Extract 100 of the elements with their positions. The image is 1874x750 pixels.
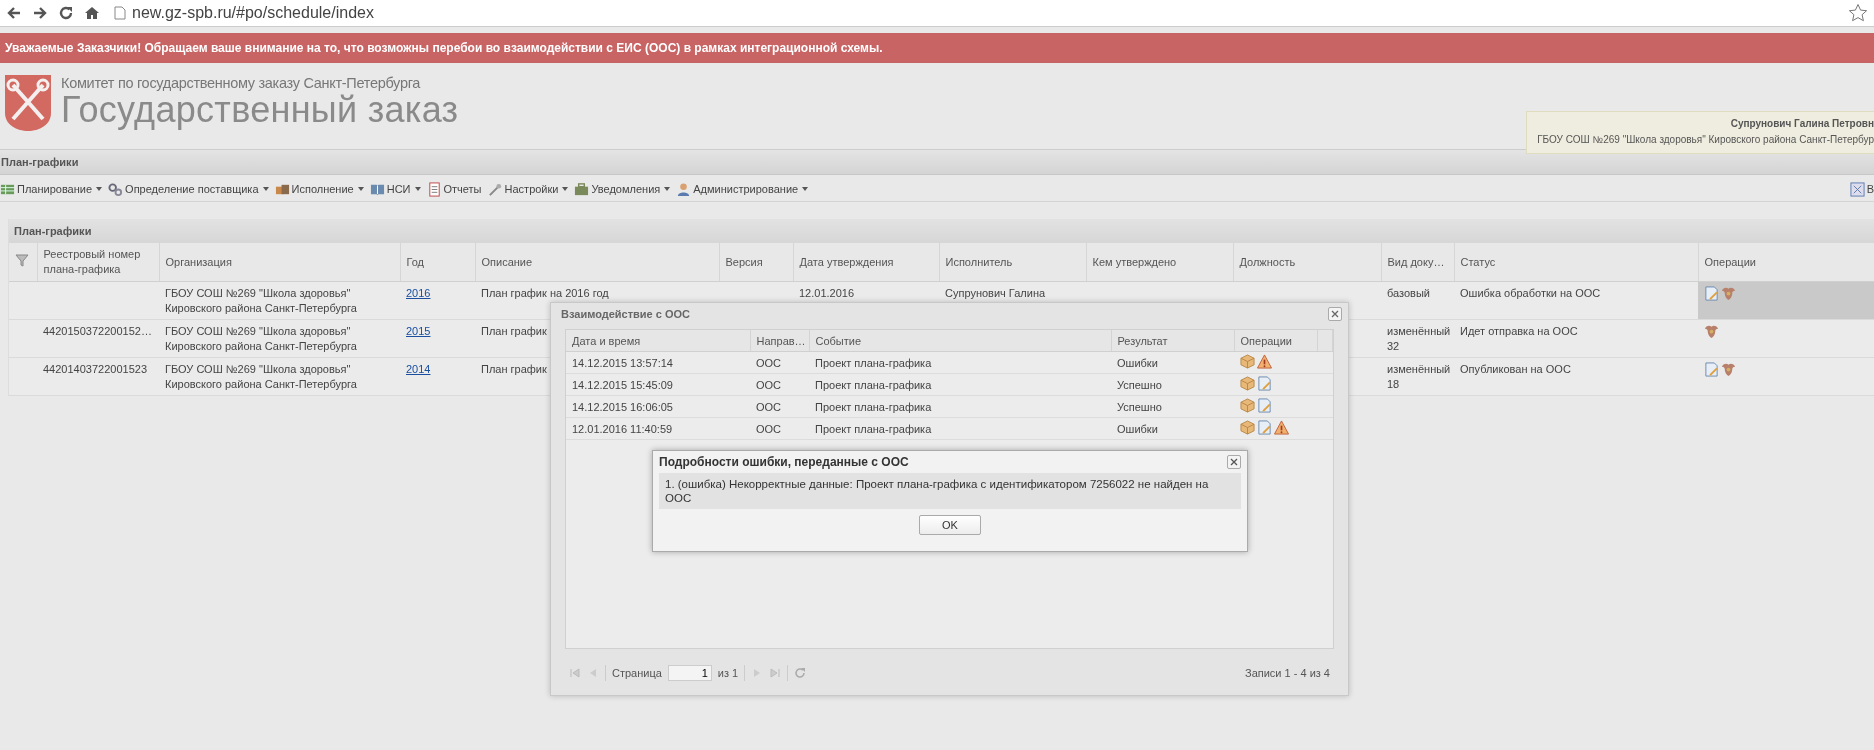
table-cell: ООС bbox=[756, 378, 782, 391]
window-icon bbox=[1849, 181, 1865, 197]
table-cell: Ошибки bbox=[1117, 422, 1158, 435]
table-cell: Проект плана-графика bbox=[815, 356, 932, 369]
table-cell: Успешно bbox=[1117, 378, 1162, 391]
table-cell: ООС bbox=[756, 356, 782, 369]
caret-icon bbox=[562, 187, 569, 191]
error-dialog-title: Подробности ошибки, переданные с ООС bbox=[659, 455, 909, 469]
eagle-emblem-icon[interactable] bbox=[1721, 362, 1736, 377]
warning-icon[interactable] bbox=[1257, 354, 1272, 369]
wrench-icon bbox=[487, 181, 503, 197]
edit-document-icon[interactable] bbox=[1704, 362, 1719, 377]
column-header[interactable]: Дата утверждения bbox=[793, 243, 939, 282]
table-cell: ГБОУ СОШ №269 "Школа здоровья" Кировского района Санкт-Петербурга bbox=[165, 287, 357, 314]
table-cell: Опубликован на ООС bbox=[1460, 363, 1571, 375]
column-header[interactable]: Направ… bbox=[750, 330, 809, 352]
star-icon[interactable] bbox=[1848, 3, 1868, 23]
table-cell: изменённый 32 bbox=[1387, 325, 1451, 352]
menu-item[interactable]: Настройки bbox=[487, 181, 569, 197]
table-cell: Успешно bbox=[1117, 400, 1162, 413]
package-icon[interactable] bbox=[1240, 354, 1255, 369]
committee-name: Комитет по государственному заказу Санкт-Петербурга bbox=[61, 75, 422, 91]
table-cell: Проект плана-графика bbox=[815, 422, 932, 435]
column-header[interactable]: Результат bbox=[1111, 330, 1234, 352]
menu-item[interactable]: Администрирование bbox=[676, 181, 809, 197]
caret-icon bbox=[414, 187, 421, 191]
page-icon bbox=[114, 6, 126, 20]
last-page-icon[interactable] bbox=[769, 667, 782, 679]
table-cell: изменённый 18 bbox=[1387, 363, 1451, 390]
column-header[interactable]: Кем утверждено bbox=[1086, 243, 1233, 282]
table-cell: План график bbox=[481, 363, 547, 375]
edit-document-icon[interactable] bbox=[1257, 420, 1272, 435]
edit-document-icon[interactable] bbox=[1257, 376, 1272, 391]
table-cell: Проект плана-графика bbox=[815, 378, 932, 391]
menu-item[interactable]: В bbox=[1849, 181, 1874, 197]
page-number-field[interactable]: 1 bbox=[667, 665, 712, 681]
table-cell: 14.12.2015 16:06:05 bbox=[572, 400, 673, 413]
column-header[interactable]: Вид доку… bbox=[1381, 243, 1454, 282]
table-cell: Супрунович Галина bbox=[945, 287, 1046, 299]
column-header[interactable]: Реестровый номер плана-графика bbox=[37, 243, 159, 282]
edit-document-icon[interactable] bbox=[1704, 286, 1719, 301]
menu-item[interactable]: Планирование bbox=[0, 181, 103, 197]
menu-item[interactable]: Отчеты bbox=[426, 181, 482, 197]
column-header[interactable]: Организация bbox=[159, 243, 400, 282]
menu-item[interactable]: НСИ bbox=[369, 181, 421, 197]
app-title: Государственный заказ bbox=[61, 91, 459, 129]
eagle-emblem-icon[interactable] bbox=[1704, 324, 1719, 339]
ok-button[interactable]: OK bbox=[919, 515, 981, 535]
table-cell: Идет отправка на ООС bbox=[1460, 325, 1578, 337]
package-icon[interactable] bbox=[1240, 398, 1255, 413]
column-header[interactable]: Описание bbox=[475, 243, 719, 282]
table-cell: ГБОУ СОШ №269 "Школа здоровья" Кировского района Санкт-Петербурга bbox=[165, 325, 357, 352]
close-button[interactable] bbox=[1227, 455, 1241, 469]
page-count: из 1 bbox=[717, 667, 739, 679]
year-link[interactable]: 2016 bbox=[406, 287, 431, 299]
table-cell: 4420150372200152… bbox=[43, 325, 152, 337]
first-page-icon[interactable] bbox=[569, 667, 581, 679]
caret-icon bbox=[357, 187, 364, 191]
edit-document-icon[interactable] bbox=[1257, 398, 1272, 413]
error-message: 1. (ошибка) Некорректные данные: Проект плана-графика с идентификатором 7256022 не найден на ООС bbox=[659, 473, 1241, 509]
menu-item[interactable]: Уведомления bbox=[574, 181, 671, 197]
package-icon[interactable] bbox=[1240, 376, 1255, 391]
table-cell: ГБОУ СОШ №269 "Школа здоровья" Кировского района Санкт-Петербурга bbox=[165, 363, 357, 390]
forward-icon[interactable] bbox=[32, 5, 48, 21]
column-header[interactable]: Версия bbox=[719, 243, 793, 282]
table-cell: 12.01.2016 bbox=[799, 287, 855, 299]
table-cell: Ошибки bbox=[1117, 356, 1158, 369]
dialog-title: Взаимодействие с ООС bbox=[561, 308, 690, 320]
document-icon bbox=[426, 181, 442, 197]
user-name: Супрунович Галина Петровн bbox=[1730, 118, 1874, 129]
home-icon[interactable] bbox=[84, 5, 100, 21]
menu-item[interactable]: Исполнение bbox=[274, 181, 364, 197]
reload-icon[interactable] bbox=[58, 5, 74, 21]
eagle-emblem-icon[interactable] bbox=[1721, 286, 1736, 301]
column-header[interactable]: Исполнитель bbox=[939, 243, 1086, 282]
column-header[interactable]: Год bbox=[400, 243, 475, 282]
menu-item[interactable]: Определение поставщика bbox=[108, 181, 269, 197]
caret-icon bbox=[96, 187, 103, 191]
package-icon[interactable] bbox=[1240, 420, 1255, 435]
caret-icon bbox=[664, 187, 671, 191]
filter-icon[interactable] bbox=[15, 253, 29, 267]
warning-icon[interactable] bbox=[1274, 420, 1289, 435]
year-link[interactable]: 2015 bbox=[406, 325, 431, 337]
person-icon bbox=[676, 181, 692, 197]
column-header[interactable]: Событие bbox=[809, 330, 1111, 352]
table-cell: ООС bbox=[756, 400, 782, 413]
crest-logo bbox=[3, 73, 53, 133]
caret-icon bbox=[262, 187, 269, 191]
column-header[interactable]: Операции bbox=[1234, 330, 1317, 352]
close-button[interactable] bbox=[1328, 307, 1342, 321]
table-cell: 44201403722001523 bbox=[43, 363, 147, 375]
year-link[interactable]: 2014 bbox=[406, 363, 431, 375]
column-header[interactable]: Должность bbox=[1233, 243, 1381, 282]
column-header[interactable]: Дата и время bbox=[566, 330, 750, 352]
column-header[interactable]: Статус bbox=[1454, 243, 1698, 282]
address-text[interactable]: new.gz-spb.ru/#po/schedule/index bbox=[132, 4, 374, 22]
column-header[interactable]: Операции bbox=[1698, 243, 1874, 282]
briefcase-icon bbox=[574, 181, 590, 197]
back-icon[interactable] bbox=[6, 5, 22, 21]
refresh-icon[interactable] bbox=[794, 667, 807, 679]
